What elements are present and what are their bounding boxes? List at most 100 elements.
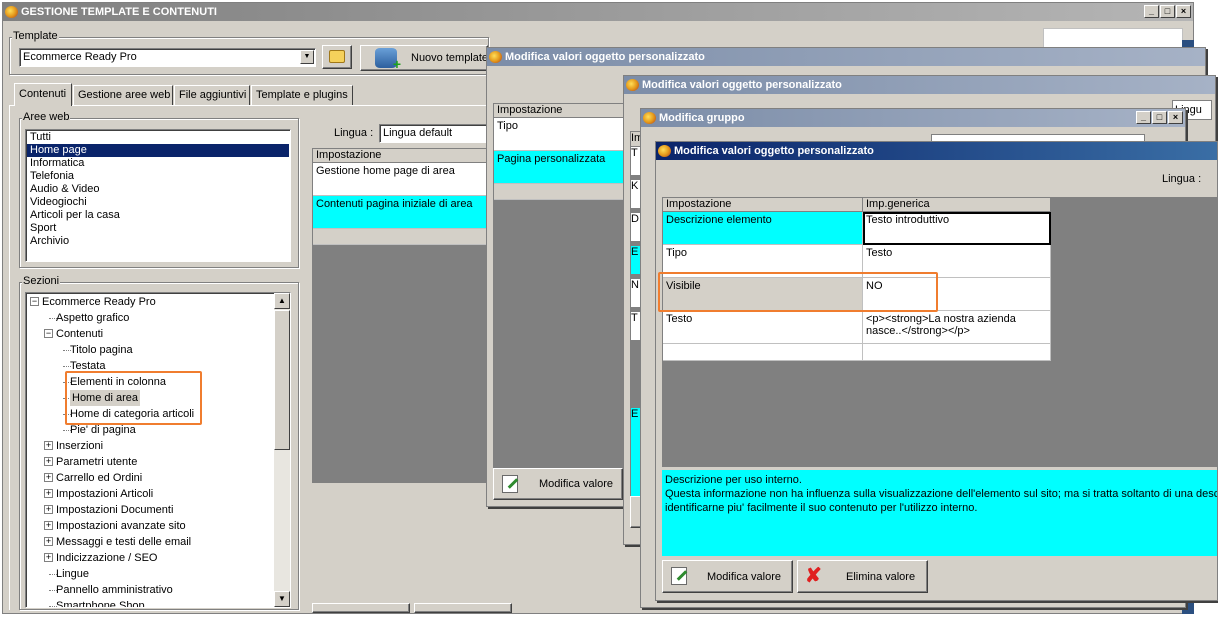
- main-title-bar[interactable]: GESTIONE TEMPLATE E CONTENUTI: [3, 3, 1193, 21]
- row-descrizione-name[interactable]: Descrizione elemento: [663, 212, 863, 245]
- tab-contenuti[interactable]: Contenuti: [14, 83, 72, 106]
- tree-expander-plus-icon[interactable]: +: [44, 489, 53, 498]
- delete-icon: ✘: [805, 565, 822, 587]
- grid-header-impostazione[interactable]: Impostazione: [663, 198, 863, 212]
- dialog4-title-bar[interactable]: Modifica valori oggetto personalizzato: [656, 142, 1217, 160]
- app-icon: [626, 79, 639, 91]
- tab-gestione-aree-web-label: Gestione aree web: [78, 89, 171, 101]
- dialog1-grid-header[interactable]: Impostazione: [494, 104, 625, 118]
- tree-item[interactable]: Inserzioni: [56, 438, 103, 454]
- folder-icon: [329, 50, 345, 63]
- dialog4-title: Modifica valori oggetto personalizzato: [674, 145, 874, 157]
- dialog1-edit-button[interactable]: Modifica valore: [493, 468, 623, 500]
- tab-template-plugins-label: Template e plugins: [256, 89, 348, 101]
- tab-file-aggiuntivi[interactable]: File aggiuntivi: [174, 85, 250, 105]
- tree-item[interactable]: Titolo pagina: [70, 342, 133, 358]
- tree-item[interactable]: Lingue: [56, 566, 89, 582]
- app-icon: [5, 6, 18, 18]
- row-empty-value[interactable]: [863, 344, 1051, 361]
- description-line: Descrizione per uso interno.: [665, 474, 802, 486]
- tree-expander-plus-icon[interactable]: +: [44, 553, 53, 562]
- new-template-button[interactable]: Nuovo template: [360, 45, 489, 72]
- close-icon[interactable]: ×: [1168, 111, 1183, 124]
- minimize-icon[interactable]: _: [1136, 111, 1151, 124]
- table-row[interactable]: Gestione home page di area: [313, 163, 488, 196]
- table-row-selected[interactable]: Contenuti pagina iniziale di area: [313, 196, 488, 229]
- table-row-empty[interactable]: [494, 184, 625, 200]
- dialog1-title-bar[interactable]: Modifica valori oggetto personalizzato: [487, 48, 1205, 66]
- grid-header-impostazione[interactable]: Impostazione: [313, 149, 488, 163]
- dialog1-grid[interactable]: Impostazione Tipo Pagina personalizzata: [493, 103, 625, 481]
- template-select-value: Ecommerce Ready Pro: [23, 51, 137, 63]
- tree-expander-minus-icon[interactable]: −: [30, 297, 39, 306]
- main-bottom-button-2[interactable]: [414, 603, 512, 613]
- list-item[interactable]: Tutti: [27, 131, 289, 144]
- main-settings-grid[interactable]: Impostazione Gestione home page di area …: [312, 148, 488, 483]
- list-item[interactable]: Videogiochi: [27, 196, 289, 209]
- aree-web-label: Aree web: [22, 111, 71, 123]
- description-line: identificarne piu' facilmente il suo con…: [665, 502, 978, 514]
- aree-web-list[interactable]: Tutti Home page Informatica Telefonia Au…: [25, 129, 291, 262]
- tree-expander-minus-icon[interactable]: −: [44, 329, 53, 338]
- sezioni-tree[interactable]: − Ecommerce Ready Pro Aspetto grafico − Cont…: [25, 292, 291, 608]
- tree-item[interactable]: Parametri utente: [56, 454, 137, 470]
- tree-scrollbar[interactable]: ▲ ▼: [274, 293, 290, 607]
- scroll-down-icon[interactable]: ▼: [274, 591, 290, 607]
- list-item[interactable]: Articoli per la casa: [27, 209, 289, 222]
- tree-item[interactable]: Aspetto grafico: [56, 310, 129, 326]
- tree-item[interactable]: Carrello ed Ordini: [56, 470, 142, 486]
- list-item[interactable]: Telefonia: [27, 170, 289, 183]
- list-item[interactable]: Archivio: [27, 235, 289, 248]
- tree-expander-plus-icon[interactable]: +: [44, 521, 53, 530]
- tree-item[interactable]: Indicizzazione / SEO: [56, 550, 158, 566]
- lingua-label: Lingua :: [334, 127, 374, 139]
- tree-item[interactable]: Impostazioni Articoli: [56, 486, 153, 502]
- tree-item[interactable]: Smartphone Shop: [56, 598, 145, 607]
- open-folder-button[interactable]: [322, 45, 352, 69]
- modifica-valore-button[interactable]: Modifica valore: [662, 560, 793, 593]
- tree-item[interactable]: Pannello amministrativo: [56, 582, 173, 598]
- table-row-empty[interactable]: [313, 229, 488, 245]
- main-window-title: GESTIONE TEMPLATE E CONTENUTI: [21, 6, 217, 18]
- app-icon: [658, 145, 671, 157]
- row-testo-value[interactable]: <p><strong>La nostra azienda nasce..</st…: [863, 311, 1051, 344]
- tab-template-plugins[interactable]: Template e plugins: [251, 85, 353, 105]
- tab-gestione-aree-web[interactable]: Gestione aree web: [73, 85, 173, 105]
- chevron-down-icon[interactable]: ▼: [300, 50, 314, 64]
- tree-expander-plus-icon[interactable]: +: [44, 457, 53, 466]
- table-row-selected[interactable]: Pagina personalizzata: [494, 151, 625, 184]
- scroll-up-icon[interactable]: ▲: [274, 293, 290, 309]
- close-icon[interactable]: ×: [1176, 5, 1191, 18]
- list-item[interactable]: Informatica: [27, 157, 289, 170]
- dialog1-edit-label: Modifica valore: [539, 478, 613, 490]
- new-template-label: Nuovo template: [411, 52, 489, 64]
- template-select[interactable]: Ecommerce Ready Pro ▼: [19, 48, 316, 67]
- tree-expander-plus-icon[interactable]: +: [44, 473, 53, 482]
- tree-item[interactable]: Messaggi e testi delle email: [56, 534, 191, 550]
- dialog3-title-bar[interactable]: Modifica gruppo: [641, 109, 1185, 127]
- maximize-icon[interactable]: □: [1152, 111, 1167, 124]
- list-item-selected[interactable]: Home page: [27, 144, 289, 157]
- elimina-valore-button[interactable]: ✘ Elimina valore: [797, 560, 928, 593]
- tree-item[interactable]: Contenuti: [56, 326, 103, 342]
- list-item[interactable]: Sport: [27, 222, 289, 235]
- app-icon: [489, 51, 502, 63]
- row-descrizione-value[interactable]: Testo introduttivo: [863, 212, 1051, 245]
- row-empty-name[interactable]: [663, 344, 863, 361]
- scroll-thumb[interactable]: [274, 310, 290, 450]
- dialog2-title-bar[interactable]: Modifica valori oggetto personalizzato: [624, 76, 1215, 94]
- tree-item[interactable]: Ecommerce Ready Pro: [42, 294, 156, 310]
- table-row[interactable]: Tipo: [494, 118, 625, 151]
- tree-expander-plus-icon[interactable]: +: [44, 505, 53, 514]
- lingua-select[interactable]: Lingua default: [379, 124, 489, 143]
- tree-expander-plus-icon[interactable]: +: [44, 537, 53, 546]
- tree-expander-plus-icon[interactable]: +: [44, 441, 53, 450]
- row-testo-name[interactable]: Testo: [663, 311, 863, 344]
- minimize-icon[interactable]: _: [1144, 5, 1159, 18]
- grid-header-imp-generica[interactable]: Imp.generica: [863, 198, 1051, 212]
- maximize-icon[interactable]: □: [1160, 5, 1175, 18]
- tree-item[interactable]: Impostazioni avanzate sito: [56, 518, 186, 534]
- main-bottom-button-1[interactable]: [312, 603, 410, 613]
- tree-item[interactable]: Impostazioni Documenti: [56, 502, 173, 518]
- list-item[interactable]: Audio & Video: [27, 183, 289, 196]
